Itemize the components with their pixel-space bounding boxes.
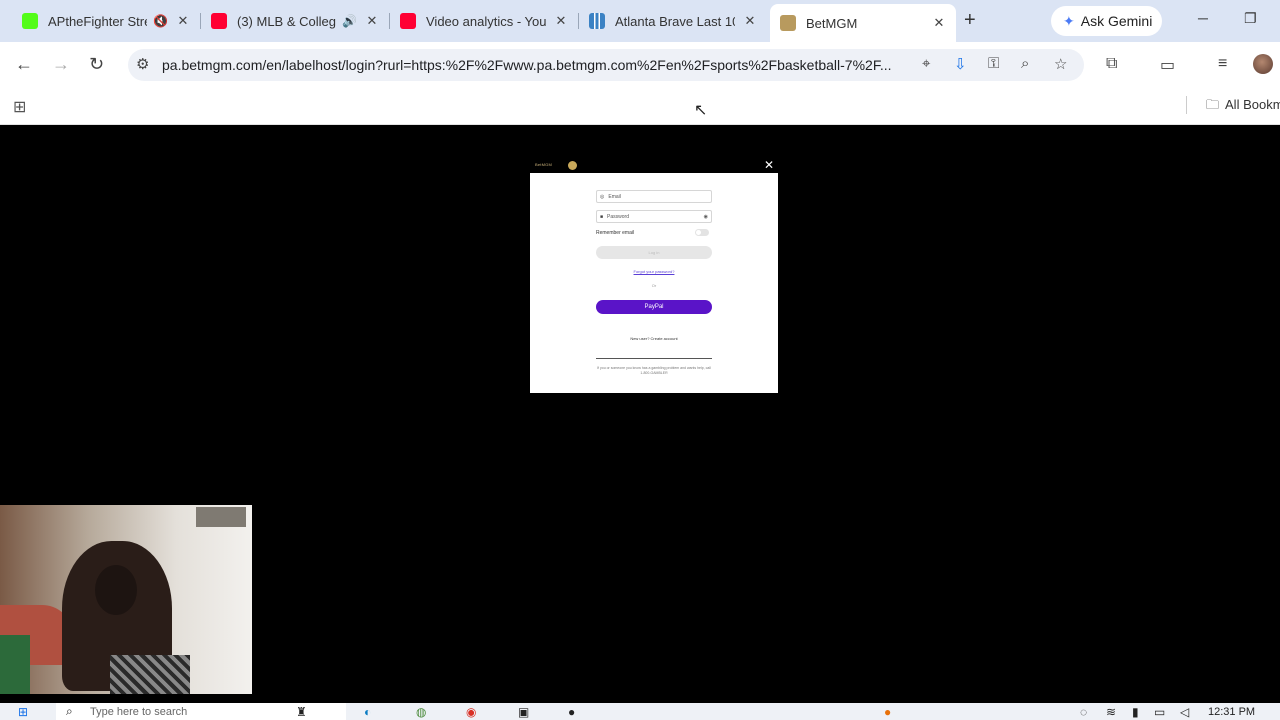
paypal-login-button[interactable]: PayPal [596, 300, 712, 314]
email-field[interactable]: ◎ Email [596, 190, 712, 203]
password-key-icon[interactable]: ⚿ [988, 55, 999, 72]
windows-start-icon[interactable]: ⊞ [18, 705, 28, 719]
tray-icon-3[interactable]: ▮ [1132, 705, 1139, 719]
betmgm-icon [780, 15, 796, 31]
install-app-icon[interactable]: ⇩ [954, 55, 967, 73]
ask-gemini-button[interactable]: ✦ Ask Gemini [1051, 6, 1162, 36]
tab-3[interactable]: Video analytics - You ✕ [390, 6, 578, 36]
search-icon: ⌕ [66, 704, 73, 718]
speaker-icon[interactable]: 🔊 [342, 14, 357, 28]
close-icon[interactable]: ✕ [764, 158, 774, 172]
all-bookmarks-button[interactable]: 🗀 All Bookmarks [1206, 96, 1280, 118]
apps-grid-icon[interactable]: ⊞ [13, 97, 26, 117]
tray-icon-2[interactable]: ≋ [1106, 705, 1116, 719]
restore-icon[interactable]: ❐ [1244, 10, 1257, 27]
folder-icon: 🗀 [1206, 97, 1220, 112]
password-placeholder: Password [607, 213, 629, 220]
url-text[interactable]: pa.betmgm.com/en/labelhost/login?rurl=ht… [162, 57, 912, 73]
new-tab-button[interactable]: + [964, 9, 976, 32]
bookmark-star-icon[interactable]: ☆ [1054, 55, 1067, 73]
tab-strip: APtheFighter Stre 🔇 ✕ (3) MLB & Colleg 🔊… [0, 0, 1280, 42]
media-control-icon[interactable]: ≡ [1218, 55, 1227, 73]
kick-icon [22, 13, 38, 29]
forward-icon[interactable]: → [52, 54, 70, 75]
profile-avatar[interactable] [1253, 54, 1273, 74]
register-link[interactable]: New user? Create account [596, 336, 712, 341]
zoom-icon[interactable]: ⌕ [1021, 55, 1029, 72]
tab-search-icon[interactable]: ▭ [1160, 55, 1175, 75]
close-icon[interactable]: ✕ [554, 13, 568, 29]
analytics-icon [589, 13, 605, 29]
remember-email-label: Remember email [596, 230, 635, 236]
app-icon-3[interactable]: ● [568, 705, 575, 719]
login-modal: ◎ Email ■ Password ◉ Remember email Log … [530, 173, 778, 393]
webcam-shorts [110, 655, 190, 694]
webcam-bg-green [0, 635, 30, 694]
email-placeholder: Email [608, 193, 621, 200]
user-icon: ◎ [600, 193, 605, 200]
tab-title: Atlanta Brave Last 10 [615, 13, 735, 29]
forgot-password-link[interactable]: Forgot your password? [596, 269, 712, 274]
tab-title: APtheFighter Stre [48, 13, 148, 29]
ask-gemini-label: Ask Gemini [1080, 13, 1153, 29]
site-info-icon[interactable]: ⚙ [136, 55, 149, 73]
password-field[interactable]: ■ Password ◉ [596, 210, 712, 223]
all-bookmarks-label: All Bookmarks [1225, 97, 1280, 112]
close-icon[interactable]: ✕ [365, 13, 379, 29]
bookmarks-separator [1186, 96, 1187, 114]
app-icon-2[interactable]: ▣ [518, 705, 529, 719]
remember-email-toggle[interactable] [695, 229, 709, 236]
close-icon[interactable]: ✕ [176, 13, 190, 29]
modal-header: BetMGM ✕ [530, 158, 778, 173]
tab-title: (3) MLB & Colleg [237, 13, 336, 29]
brand-seal-icon [568, 161, 577, 170]
back-icon[interactable]: ← [15, 54, 33, 75]
tab-5-active[interactable]: BetMGM ✕ [770, 4, 956, 42]
address-bar[interactable]: ⚙ pa.betmgm.com/en/labelhost/login?rurl=… [128, 49, 1084, 81]
youtube-icon [211, 13, 227, 29]
extensions-icon[interactable]: ⧉ [1106, 55, 1117, 73]
search-highlight-icon[interactable]: ♜ [296, 705, 307, 719]
reload-icon[interactable]: ↻ [89, 54, 104, 75]
show-password-icon[interactable]: ◉ [704, 214, 708, 220]
close-icon[interactable]: ✕ [743, 13, 757, 29]
chrome-icon[interactable]: ◉ [466, 705, 476, 719]
tab-title: Video analytics - You [426, 13, 546, 29]
webcam-overlay [0, 505, 252, 694]
tab-2[interactable]: (3) MLB & Colleg 🔊 ✕ [201, 6, 389, 36]
mouse-cursor-icon: ↖ [694, 102, 708, 119]
minimize-icon[interactable]: ─ [1198, 10, 1208, 26]
youtube-icon [400, 13, 416, 29]
wall-sign [196, 507, 246, 527]
tray-icon-1[interactable]: ◌ [1080, 705, 1087, 719]
app-icon[interactable]: ◍ [416, 705, 426, 719]
windows-taskbar: ⊞ ⌕ Type here to search ♜ ◐ ◍ ◉ ▣ ● ● ◌ … [0, 703, 1280, 720]
volume-icon[interactable]: ◁ [1180, 705, 1189, 719]
webcam-head [95, 565, 137, 615]
modal-divider [596, 358, 712, 359]
edge-icon[interactable]: ◐ [364, 705, 371, 719]
location-pin-icon[interactable]: ⌖ [922, 55, 930, 72]
notification-icon[interactable]: ● [884, 705, 891, 719]
tab-title: BetMGM [806, 15, 858, 31]
tab-4[interactable]: Atlanta Brave Last 10 ✕ [579, 6, 767, 36]
network-icon[interactable]: ▭ [1154, 705, 1165, 719]
gambling-help-text: If you or someone you know has a gamblin… [597, 366, 711, 375]
gemini-sparkle-icon: ✦ [1063, 12, 1075, 29]
bookmarks-bar: ⊞ 🗀 All Bookmarks [0, 88, 1280, 125]
search-placeholder: Type here to search [90, 706, 188, 718]
login-button[interactable]: Log in [596, 246, 712, 259]
lock-icon: ■ [600, 213, 604, 220]
tab-1[interactable]: APtheFighter Stre 🔇 ✕ [12, 6, 200, 36]
betmgm-logo: BetMGM [535, 162, 552, 167]
or-divider: Or [651, 283, 657, 288]
taskbar-clock[interactable]: 12:31 PM [1208, 706, 1255, 718]
close-icon[interactable]: ✕ [932, 15, 946, 31]
muted-icon[interactable]: 🔇 [153, 14, 168, 28]
